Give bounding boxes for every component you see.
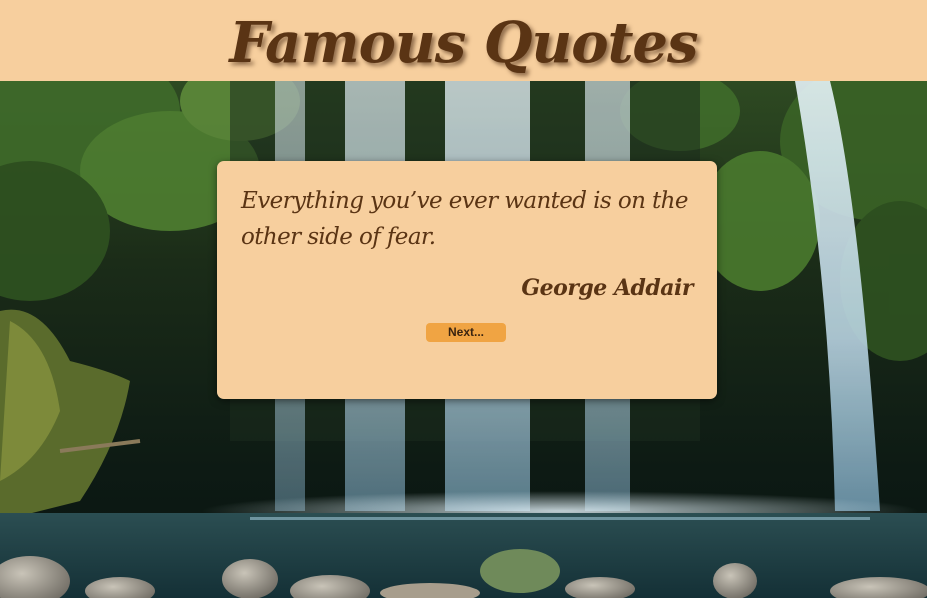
- quote-text: Everything you’ve ever wanted is on the …: [241, 188, 688, 250]
- site-header: Famous Quotes: [0, 0, 927, 81]
- quote-author: George Addair: [521, 275, 693, 301]
- page: Famous Quotes Everything you’ve ever wan…: [0, 0, 927, 598]
- page-title: Famous Quotes: [229, 9, 698, 76]
- next-button-container: Next...: [241, 321, 693, 342]
- next-quote-button[interactable]: Next...: [426, 323, 506, 342]
- quote-card: Everything you’ve ever wanted is on the …: [217, 161, 717, 399]
